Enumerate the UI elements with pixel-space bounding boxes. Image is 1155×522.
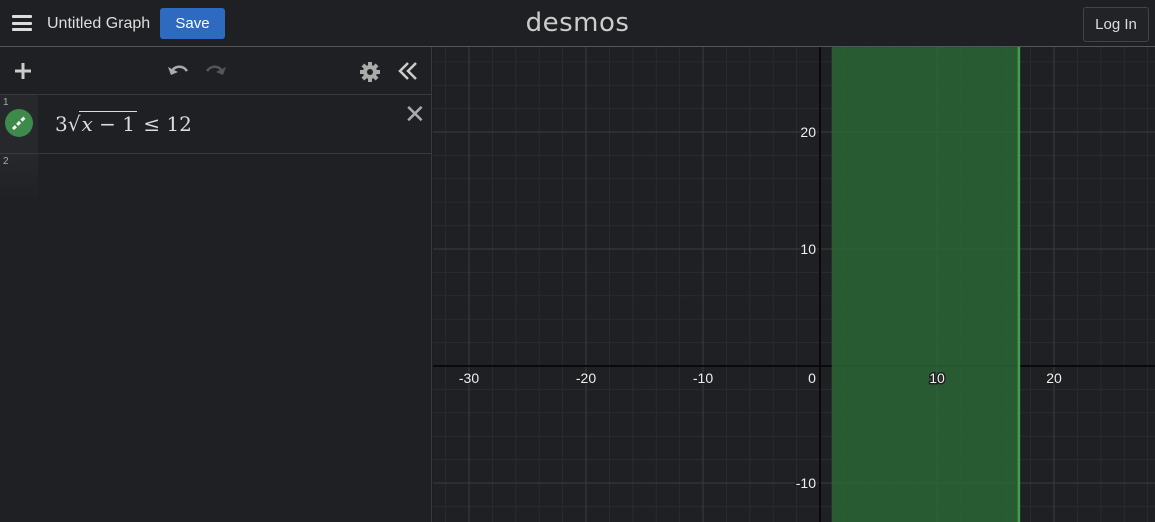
x-tick-label: 0: [808, 370, 816, 386]
x-tick-label: 20: [1046, 370, 1062, 386]
expression-row[interactable]: 2: [0, 154, 432, 204]
x-tick-label: -20: [576, 370, 596, 386]
x-tick-label: 10: [929, 370, 945, 386]
expr-variable: x: [81, 112, 93, 136]
expr-relation: ≤: [143, 112, 161, 136]
graph-canvas[interactable]: -30 -20 -10 0 10 20 20 10 -10: [433, 47, 1155, 522]
graph-svg[interactable]: -30 -20 -10 0 10 20 20 10 -10: [433, 47, 1155, 522]
inequality-region: [831, 47, 1019, 522]
y-tick-label: 10: [800, 241, 816, 257]
gear-icon[interactable]: [359, 61, 381, 87]
expr-rhs: 12: [166, 112, 192, 136]
plus-icon[interactable]: [12, 60, 34, 86]
y-tick-label: 20: [800, 124, 816, 140]
expression-row[interactable]: 1 3√x − 1 ≤ 12 ✕: [0, 95, 432, 154]
expression-gutter: 1: [0, 95, 38, 153]
expression-number: 1: [3, 97, 9, 108]
radicand: x − 1: [79, 111, 137, 136]
expression-gutter: 2: [0, 154, 38, 204]
delete-expression-icon[interactable]: ✕: [404, 101, 426, 127]
expr-coefficient: 3: [55, 112, 68, 136]
expression-number: 2: [3, 156, 9, 167]
expression-toolbar: [0, 47, 432, 95]
login-button[interactable]: Log In: [1083, 7, 1149, 42]
x-tick-label: -10: [693, 370, 713, 386]
redo-icon[interactable]: [204, 61, 228, 83]
desmos-logo: desmos: [525, 8, 630, 38]
expr-radicand-rest: − 1: [92, 112, 135, 136]
color-toggle-icon[interactable]: [5, 109, 33, 137]
expression-panel: 1 3√x − 1 ≤ 12 ✕ 2: [0, 47, 432, 522]
expression-input[interactable]: 3√x − 1 ≤ 12: [55, 111, 192, 136]
double-chevron-left-icon[interactable]: [397, 60, 419, 86]
y-tick-label: -10: [796, 475, 816, 491]
top-bar: Untitled Graph Save desmos Log In: [0, 0, 1155, 47]
undo-icon[interactable]: [166, 61, 190, 83]
x-tick-label: -30: [459, 370, 479, 386]
